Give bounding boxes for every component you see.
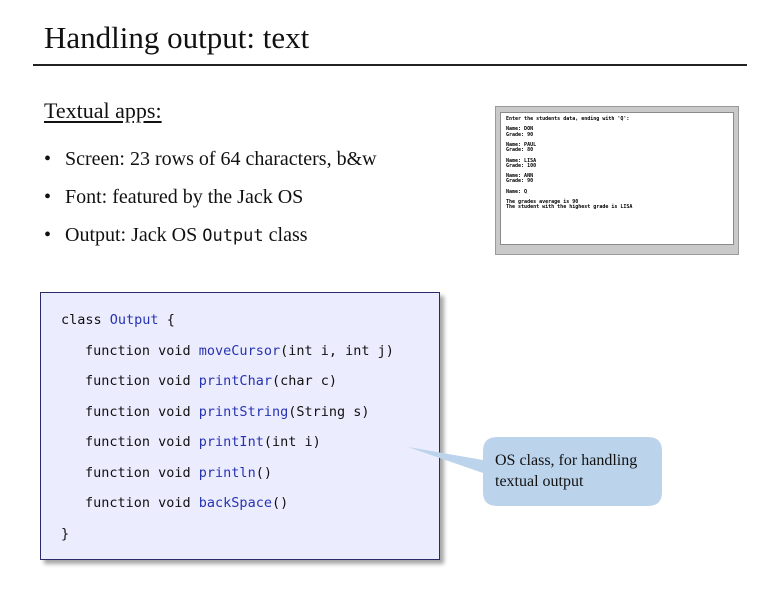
callout-text: OS class, for handling textual output bbox=[495, 450, 655, 492]
callout-line: textual output bbox=[495, 473, 584, 490]
callout-line: OS class, for handling bbox=[495, 452, 638, 469]
callout-bubble bbox=[408, 437, 662, 506]
